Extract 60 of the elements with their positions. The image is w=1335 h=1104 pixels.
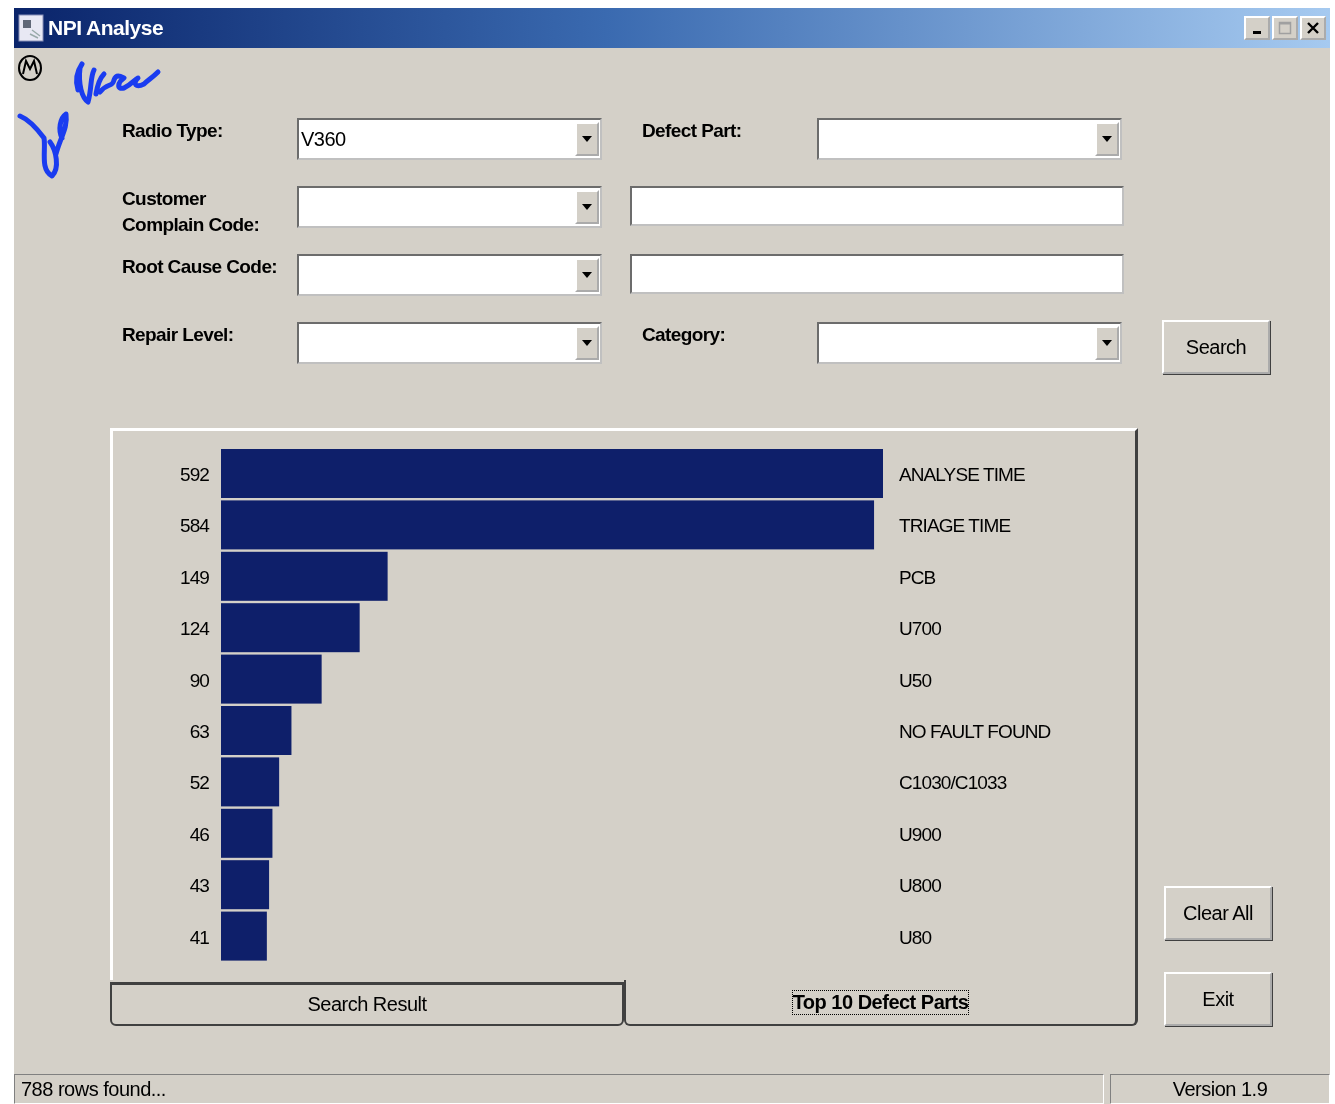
value-label: 584 (180, 515, 209, 537)
app-icon (18, 14, 44, 42)
category-label: U900 (899, 823, 941, 845)
status-message: 788 rows found... (14, 1074, 1104, 1104)
bar (221, 860, 270, 910)
category-label: TRIAGE TIME (899, 515, 1011, 537)
value-label: 52 (189, 772, 209, 794)
category-label: NO FAULT FOUND (899, 721, 1051, 742)
dropdown-arrow-icon (581, 271, 593, 279)
category-label: PCB (899, 566, 936, 588)
dropdown-field[interactable]: V360 (297, 118, 602, 160)
search-button[interactable]: Search (1162, 320, 1270, 374)
field-label: Radio Type: (122, 119, 224, 143)
bar (221, 911, 267, 961)
dropdown-field[interactable] (297, 186, 602, 228)
value-label: 124 (180, 618, 209, 640)
minimize-button[interactable] (1244, 16, 1270, 40)
text-field[interactable] (630, 254, 1124, 294)
tab[interactable]: Search Result (110, 982, 624, 1026)
category-label: U700 (899, 618, 941, 640)
clear-all-button[interactable]: Clear All (1164, 886, 1272, 940)
bar (221, 757, 280, 807)
dropdown-field[interactable] (297, 322, 602, 364)
maximize-icon (1278, 21, 1292, 35)
field-label: Repair Level: (122, 323, 235, 347)
field-label: Root Cause Code: (122, 255, 279, 279)
value-label: 90 (189, 669, 209, 691)
category-label: C1030/C1033 (899, 772, 1007, 794)
bar (221, 706, 292, 755)
value-label: 41 (189, 926, 209, 948)
minimize-icon (1253, 31, 1261, 34)
category-label: U800 (899, 875, 941, 897)
tab[interactable]: Top 10 Defect Parts (624, 980, 1138, 1026)
dropdown-field[interactable] (817, 322, 1122, 364)
dropdown-field[interactable] (297, 254, 602, 296)
exit-button[interactable]: Exit (1164, 972, 1272, 1026)
emblem-icon (17, 54, 43, 82)
dropdown-arrow-icon (1101, 135, 1113, 143)
dropdown-arrow-icon (581, 339, 593, 347)
value-label: 46 (189, 823, 209, 845)
category-label: U80 (899, 926, 932, 948)
dropdown-arrow-icon (581, 203, 593, 211)
field-label: Category: (641, 323, 727, 347)
dropdown-arrow-icon (1101, 339, 1113, 347)
value-label: 592 (180, 464, 209, 485)
value-label: 149 (180, 566, 209, 588)
field-label: Customer Complain Code: (122, 187, 261, 237)
dropdown-field[interactable] (817, 118, 1122, 160)
version-label: Version 1.9 (1110, 1074, 1330, 1104)
bar (221, 808, 273, 858)
text-field[interactable] (630, 186, 1124, 226)
field-label: Defect Part: (641, 119, 743, 143)
category-label: ANALYSE TIME (899, 464, 1025, 485)
value-label: 43 (189, 875, 209, 897)
dropdown-arrow-icon (581, 135, 593, 143)
value-label: 63 (189, 721, 209, 742)
window-title: NPI Analyse (48, 16, 164, 40)
category-label: U50 (899, 669, 932, 691)
close-icon (1306, 21, 1320, 35)
close-button[interactable] (1300, 16, 1326, 40)
